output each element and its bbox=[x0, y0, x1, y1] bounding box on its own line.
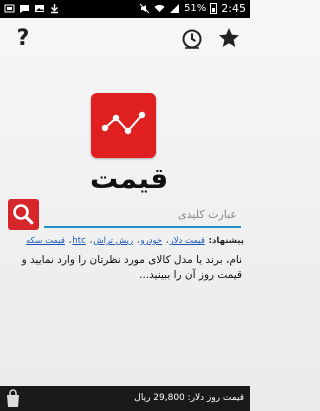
suggestion-link[interactable]: قیمت سکه bbox=[26, 236, 65, 246]
search-button[interactable] bbox=[8, 199, 39, 230]
chart-line-icon bbox=[91, 93, 156, 158]
notification-icon bbox=[4, 4, 15, 13]
suggestions: پیشنهاد: قیمت دلار، خودرو، ریش تراش، htc… bbox=[25, 236, 244, 246]
mute-icon bbox=[139, 3, 150, 14]
message-icon bbox=[20, 5, 29, 13]
bottom-bar: قیمت روز دلار: 29,800 ریال bbox=[0, 386, 250, 411]
download-icon bbox=[51, 4, 58, 14]
search-icon bbox=[13, 204, 34, 225]
app-name: قیمت bbox=[90, 162, 169, 195]
battery-percent: 51% bbox=[184, 3, 207, 14]
battery-icon bbox=[210, 3, 218, 14]
photo-icon bbox=[35, 5, 44, 12]
suggestion-link[interactable]: htc bbox=[72, 236, 85, 246]
dollar-rate-text: قیمت روز دلار: 29,800 ریال bbox=[134, 393, 244, 403]
suggestions-label: پیشنهاد: bbox=[208, 236, 244, 246]
system-status-bar: 51% 2:45 bbox=[0, 0, 250, 18]
suggestion-link[interactable]: ریش تراش bbox=[93, 236, 133, 246]
wifi-icon bbox=[154, 4, 165, 12]
clock: 2:45 bbox=[221, 2, 246, 15]
signal-icon bbox=[170, 4, 180, 13]
question-mark-icon[interactable]: ? bbox=[12, 26, 34, 52]
suggestion-link[interactable]: خودرو bbox=[141, 236, 163, 246]
description-text: نام، برند یا مدل کالای مورد نظرتان را وا… bbox=[21, 254, 242, 281]
clock-history-icon[interactable] bbox=[181, 28, 203, 50]
star-icon[interactable] bbox=[217, 26, 241, 50]
search-input[interactable] bbox=[44, 202, 241, 228]
action-bar: ? bbox=[0, 18, 250, 62]
store-logo-icon bbox=[7, 389, 19, 407]
suggestion-link[interactable]: قیمت دلار bbox=[170, 236, 205, 246]
